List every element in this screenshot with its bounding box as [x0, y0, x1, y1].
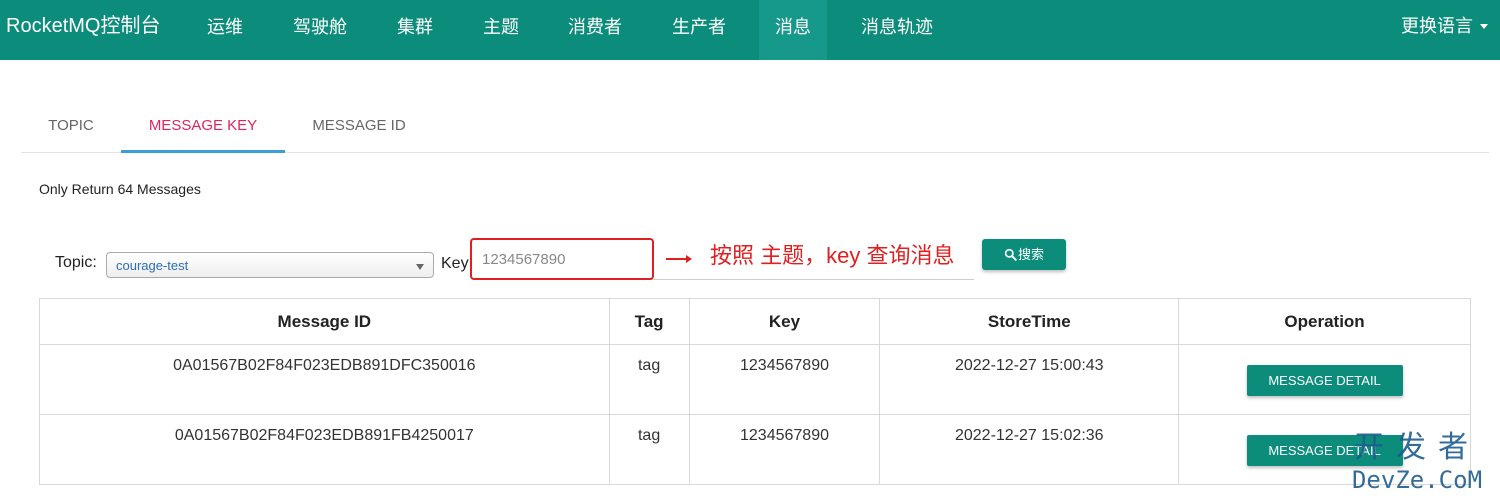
nav-item-cluster[interactable]: 集群	[384, 0, 446, 60]
topic-label: Topic:	[55, 254, 97, 271]
message-id-cell: 0A01567B02F84F023EDB891FB4250017	[39, 414, 610, 485]
topic-select-value: courage-test	[116, 258, 189, 273]
nav-item-message[interactable]: 消息	[759, 0, 827, 60]
nav-item-dashboard[interactable]: 驾驶舱	[283, 0, 357, 60]
operation-cell: MESSAGE DETAIL	[1178, 414, 1471, 485]
language-label: 更换语言	[1401, 16, 1473, 36]
brand-title[interactable]: RocketMQ控制台	[6, 0, 160, 52]
tag-cell: tag	[608, 414, 690, 485]
column-header: Key	[688, 298, 881, 345]
arrow-right-icon	[666, 255, 692, 263]
tab-message-id[interactable]: MESSAGE ID	[296, 100, 422, 152]
top-navbar: RocketMQ控制台 运维 驾驶舱 集群 主题 消费者 生产者 消息 消息轨迹…	[0, 0, 1500, 60]
tag-cell: tag	[608, 344, 690, 415]
store-time-cell: 2022-12-27 15:00:43	[879, 344, 1180, 415]
search-button[interactable]: 搜索	[982, 239, 1066, 270]
column-header: StoreTime	[879, 298, 1180, 345]
column-header: Tag	[608, 298, 690, 345]
message-id-cell: 0A01567B02F84F023EDB891DFC350016	[39, 344, 610, 415]
message-detail-button[interactable]: MESSAGE DETAIL	[1246, 435, 1403, 466]
tab-message-key[interactable]: MESSAGE KEY	[121, 100, 285, 153]
tab-topic[interactable]: TOPIC	[21, 100, 121, 152]
nav-item-producer[interactable]: 生产者	[662, 0, 736, 60]
language-dropdown[interactable]: 更换语言	[1401, 0, 1488, 52]
nav-item-ops[interactable]: 运维	[194, 0, 256, 60]
nav-item-consumer[interactable]: 消费者	[558, 0, 632, 60]
annotation-text: 按照 主题，key 查询消息	[710, 243, 955, 268]
caret-down-icon	[1480, 23, 1488, 29]
query-tabs: TOPIC MESSAGE KEY MESSAGE ID	[21, 100, 1489, 153]
chevron-down-icon	[416, 264, 424, 270]
key-cell: 1234567890	[688, 414, 881, 485]
column-header: Operation	[1178, 298, 1471, 345]
nav-item-message-trace[interactable]: 消息轨迹	[852, 0, 942, 60]
table-header-row: Message ID Tag Key StoreTime Operation	[39, 298, 1471, 345]
table-row: 0A01567B02F84F023EDB891DFC350016 tag 123…	[39, 344, 1471, 415]
key-label: Key:	[441, 255, 474, 272]
operation-cell: MESSAGE DETAIL	[1178, 344, 1471, 415]
message-detail-button[interactable]: MESSAGE DETAIL	[1246, 365, 1403, 396]
column-header: Message ID	[39, 298, 610, 345]
search-button-label: 搜索	[1017, 247, 1044, 262]
table-row: 0A01567B02F84F023EDB891FB4250017 tag 123…	[39, 414, 1471, 485]
nav-item-topic[interactable]: 主题	[470, 0, 532, 60]
search-icon	[1004, 248, 1017, 261]
message-table: Message ID Tag Key StoreTime Operation 0…	[39, 298, 1471, 485]
result-limit-notice: Only Return 64 Messages	[39, 181, 201, 197]
key-cell: 1234567890	[688, 344, 881, 415]
topic-select[interactable]: courage-test	[106, 252, 434, 278]
store-time-cell: 2022-12-27 15:02:36	[879, 414, 1180, 485]
